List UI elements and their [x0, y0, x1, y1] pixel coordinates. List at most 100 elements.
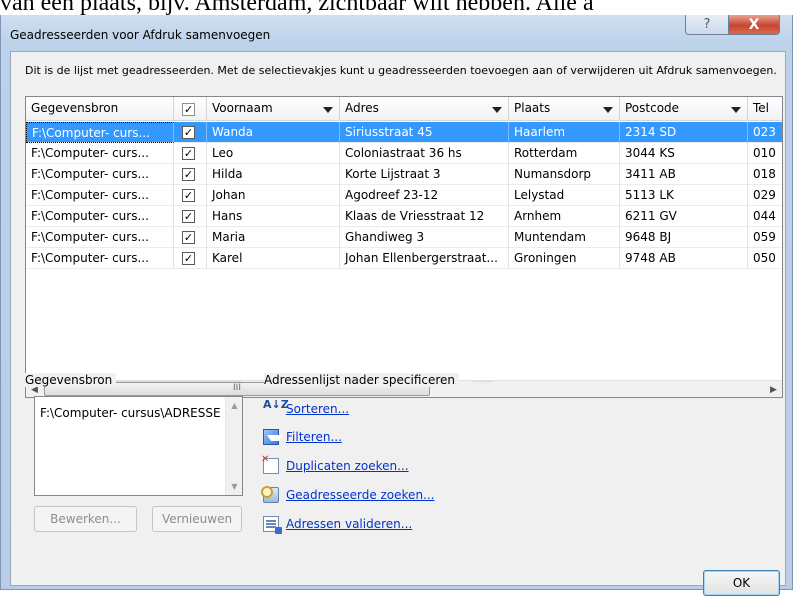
group-divider	[107, 381, 242, 382]
refresh-button[interactable]: Vernieuwen	[152, 506, 242, 532]
row-checkbox[interactable]: ✓	[182, 210, 195, 223]
row-checkbox[interactable]: ✓	[182, 189, 195, 202]
table-row[interactable]: F:\Computer- curs... ✓ Wanda Siriusstraat 4…	[26, 122, 782, 143]
dropdown-arrow-icon[interactable]	[603, 107, 613, 113]
data-source-list[interactable]: F:\Computer- cursus\ADRESSE ▲ ▼	[34, 396, 243, 496]
row-checkbox-cell: ✓	[174, 227, 207, 248]
column-header-source[interactable]: Gegevensbron	[26, 97, 174, 121]
checkmark-icon: ✓	[184, 103, 194, 116]
mail-merge-recipients-dialog: Geadresseerden voor Afdruk samenvoegen ?…	[0, 15, 793, 596]
find-recipient-action[interactable]: Geadresseerde zoeken...	[261, 485, 435, 505]
close-icon: X	[748, 16, 760, 33]
cell-source: F:\Computer- curs...	[26, 185, 174, 206]
table-row[interactable]: F:\Computer- curs... ✓ Maria Ghandiweg 3 Mun…	[26, 227, 782, 248]
scroll-right-button[interactable]: ▶	[765, 381, 782, 397]
scroll-up-button[interactable]: ▲	[226, 397, 243, 414]
cell-zip: 3411 AB	[620, 164, 748, 185]
dropdown-arrow-icon[interactable]	[731, 107, 741, 113]
arrow-right-icon: ▶	[770, 384, 777, 395]
dropdown-arrow-icon[interactable]	[323, 107, 333, 113]
cell-tel: 023	[748, 122, 782, 143]
arrow-down-icon: ▼	[231, 482, 238, 491]
edit-button[interactable]: Bewerken...	[34, 506, 137, 532]
column-header-phone[interactable]: Tel	[748, 97, 782, 121]
column-header-label: Voornaam	[212, 101, 273, 115]
row-checkbox[interactable]: ✓	[182, 252, 195, 265]
validate-link[interactable]: Adressen valideren...	[286, 517, 412, 531]
ok-button[interactable]: OK	[703, 570, 780, 596]
cell-zip: 9648 BJ	[620, 227, 748, 248]
cell-source: F:\Computer- curs...	[26, 227, 174, 248]
intro-text: Dit is de lijst met geadresseerden. Met …	[25, 64, 777, 77]
table-row[interactable]: F:\Computer- curs... ✓ Johan Agodreef 23-12…	[26, 185, 782, 206]
validate-action[interactable]: Adressen valideren...	[263, 514, 412, 534]
help-button[interactable]: ?	[685, 15, 729, 35]
column-header-zip[interactable]: Postcode	[620, 97, 748, 121]
dialog-body: Dit is de lijst met geadresseerden. Met …	[10, 51, 786, 596]
grid-header: Gegevensbron ✓ Voornaam Adres Plaats Pos…	[26, 97, 782, 121]
cell-city: Groningen	[509, 248, 620, 269]
cell-address: Korte Lijstraat 3	[340, 164, 509, 185]
cell-tel: 044	[748, 206, 782, 227]
cell-first: Karel	[207, 248, 340, 269]
cell-address: Agodreef 23-12	[340, 185, 509, 206]
table-row[interactable]: F:\Computer- curs... ✓ Leo Coloniastraat 36…	[26, 143, 782, 164]
dropdown-arrow-icon[interactable]	[492, 107, 502, 113]
duplicates-icon	[261, 454, 279, 474]
column-header-label: Tel	[753, 101, 770, 115]
source-group-label: Gegevensbron	[25, 373, 117, 387]
title-bar[interactable]: Geadresseerden voor Afdruk samenvoegen ?…	[1, 15, 792, 51]
row-checkbox[interactable]: ✓	[182, 231, 195, 244]
sort-action[interactable]: A↓Z Sorteren...	[263, 399, 349, 419]
cell-tel: 059	[748, 227, 782, 248]
group-divider	[473, 381, 493, 382]
row-checkbox-cell: ✓	[174, 248, 207, 269]
table-row[interactable]: F:\Computer- curs... ✓ Karel Johan Ellenber…	[26, 248, 782, 269]
row-checkbox[interactable]: ✓	[182, 147, 195, 160]
row-checkbox[interactable]: ✓	[182, 168, 195, 181]
select-all-checkbox[interactable]: ✓	[182, 103, 195, 116]
close-button[interactable]: X	[728, 15, 780, 35]
column-header-label: Plaats	[514, 101, 551, 115]
column-header-firstname[interactable]: Voornaam	[207, 97, 340, 121]
find-recipient-link[interactable]: Geadresseerde zoeken...	[286, 488, 435, 502]
column-header-label: Adres	[345, 101, 379, 115]
cell-source: F:\Computer- curs...	[26, 206, 174, 227]
filter-link[interactable]: Filteren...	[286, 430, 342, 444]
table-row[interactable]: F:\Computer- curs... ✓ Hilda Korte Lijstraa…	[26, 164, 782, 185]
sort-link[interactable]: Sorteren...	[286, 402, 349, 416]
table-row[interactable]: F:\Computer- curs... ✓ Hans Klaas de Vriess…	[26, 206, 782, 227]
cell-tel: 029	[748, 185, 782, 206]
cell-address: Siriusstraat 45	[340, 122, 509, 143]
cell-tel: 018	[748, 164, 782, 185]
cell-address: Coloniastraat 36 hs	[340, 143, 509, 164]
column-header-address[interactable]: Adres	[340, 97, 509, 121]
find-recipient-icon	[261, 486, 279, 503]
cell-zip: 6211 GV	[620, 206, 748, 227]
row-checkbox-cell: ✓	[174, 143, 207, 164]
cell-source: F:\Computer- curs...	[26, 143, 174, 164]
cell-tel: 010	[748, 143, 782, 164]
duplicates-action[interactable]: Duplicaten zoeken...	[261, 454, 409, 476]
filter-action[interactable]: Filteren...	[263, 427, 342, 447]
cell-first: Wanda	[207, 122, 340, 143]
recipient-grid[interactable]: Gegevensbron ✓ Voornaam Adres Plaats Pos…	[25, 96, 783, 398]
arrow-up-icon: ▲	[231, 401, 238, 410]
row-checkbox-cell: ✓	[174, 122, 207, 143]
row-checkbox[interactable]: ✓	[182, 126, 195, 139]
cell-city: Arnhem	[509, 206, 620, 227]
background-document-text: van een plaats, bijv. Amsterdam, zichtba…	[0, 0, 594, 15]
column-header-check[interactable]: ✓	[174, 97, 207, 121]
help-icon: ?	[703, 17, 711, 32]
cell-city: Haarlem	[509, 122, 620, 143]
column-header-label: Gegevensbron	[31, 101, 119, 115]
duplicates-link[interactable]: Duplicaten zoeken...	[286, 459, 409, 473]
data-source-item[interactable]: F:\Computer- cursus\ADRESSE	[40, 406, 220, 420]
source-list-scrollbar[interactable]: ▲ ▼	[225, 397, 242, 495]
column-header-city[interactable]: Plaats	[509, 97, 620, 121]
cell-source: F:\Computer- curs...	[26, 122, 174, 143]
cell-source: F:\Computer- curs...	[26, 248, 174, 269]
cell-first: Hans	[207, 206, 340, 227]
scroll-down-button[interactable]: ▼	[226, 478, 243, 495]
cell-zip: 2314 SD	[620, 122, 748, 143]
